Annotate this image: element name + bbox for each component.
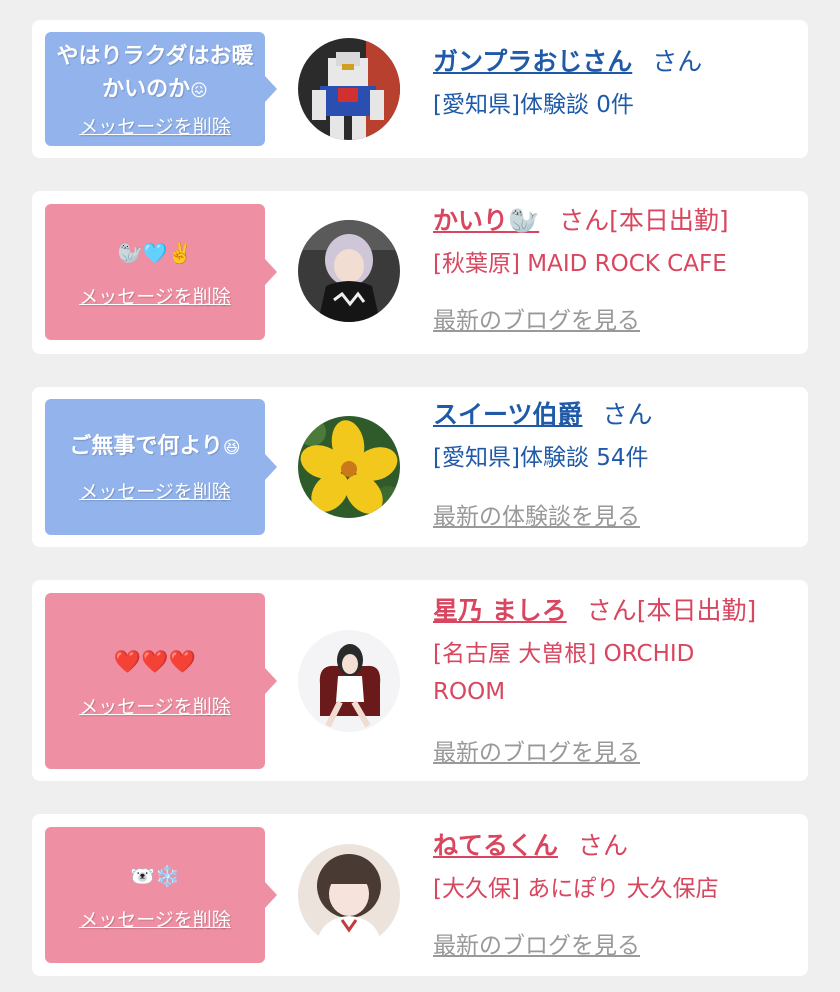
emoji: 😖 — [190, 80, 208, 101]
user-info: かいり🦭 さん[本日出勤] [秋葉原] MAID ROCK CAFE 最新のブログ… — [433, 203, 798, 334]
user-info: ねてるくん さん [大久保] あにぽり 大久保店 最新のブログを見る — [433, 828, 798, 959]
delete-message-link[interactable]: メッセージを削除 — [79, 692, 231, 719]
message-text: 🐻‍❄️❄️ — [120, 859, 190, 893]
latest-review-link[interactable]: 最新の体験談を見る — [433, 497, 640, 531]
message-card: ご無事で何より😆 メッセージを削除 スイーツ伯爵 さん [愛知県]体験談 54件… — [32, 387, 808, 547]
latest-blog-link[interactable]: 最新のブログを見る — [433, 733, 640, 767]
honorific: さん — [602, 400, 653, 429]
message-card: ❤️❤️❤️ メッセージを削除 星乃 ましろ さん[本日出勤] [名古屋 大曽根]… — [32, 580, 808, 781]
delete-message-link[interactable]: メッセージを削除 — [79, 282, 231, 309]
emoji: 🦭🩵✌️ — [117, 240, 193, 265]
honorific: さん — [578, 831, 629, 860]
honorific: さん — [652, 47, 703, 76]
user-info: ガンプラおじさん さん [愛知県]体験談 0件 — [433, 44, 798, 124]
user-info: 星乃 ましろ さん[本日出勤] [名古屋 大曽根] ORCHID ROOM 最新の… — [433, 593, 798, 766]
delete-message-link[interactable]: メッセージを削除 — [79, 477, 231, 504]
user-subtitle: [秋葉原] MAID ROCK CAFE — [433, 251, 727, 277]
user-name-link[interactable]: ガンプラおじさん — [433, 47, 632, 76]
work-status: [本日出勤] — [636, 596, 757, 625]
message-text: ❤️❤️❤️ — [104, 644, 206, 680]
message-list: やはりラクダはお暖かいのか😖 メッセージを削除 ガンプラおじさん さん [愛知県… — [0, 0, 840, 992]
user-subtitle: [名古屋 大曽根] ORCHID ROOM — [433, 641, 695, 705]
avatar[interactable] — [298, 38, 400, 140]
message-card: やはりラクダはお暖かいのか😖 メッセージを削除 ガンプラおじさん さん [愛知県… — [32, 20, 808, 158]
avatar[interactable] — [298, 220, 400, 322]
latest-blog-link[interactable]: 最新のブログを見る — [433, 301, 640, 335]
message-text: やはりラクダはお暖かいのか😖 — [56, 43, 254, 102]
user-subtitle: [愛知県]体験談 0件 — [433, 92, 634, 118]
message-bubble: 🐻‍❄️❄️ メッセージを削除 — [45, 827, 277, 963]
emoji: ❤️❤️❤️ — [113, 649, 197, 675]
emoji: 😆 — [222, 438, 241, 458]
user-name-link[interactable]: かいり🦭 — [433, 206, 539, 235]
avatar[interactable] — [298, 844, 400, 946]
message-bubble: ❤️❤️❤️ メッセージを削除 — [45, 593, 277, 769]
work-status: [本日出勤] — [609, 206, 729, 235]
avatar[interactable] — [298, 630, 400, 732]
user-subtitle: [大久保] あにぽり 大久保店 — [433, 876, 719, 902]
user-name-link[interactable]: 星乃 ましろ — [433, 596, 567, 625]
message-text: 🦭🩵✌️ — [108, 236, 203, 270]
message-bubble: やはりラクダはお暖かいのか😖 メッセージを削除 — [45, 32, 277, 146]
message-card: 🐻‍❄️❄️ メッセージを削除 ねてるくん さん [大久保] あにぽり 大久保店 … — [32, 814, 808, 976]
user-info: スイーツ伯爵 さん [愛知県]体験談 54件 最新の体験談を見る — [433, 397, 798, 530]
user-subtitle: [愛知県]体験談 54件 — [433, 445, 649, 471]
avatar[interactable] — [298, 416, 400, 518]
honorific: さん — [586, 596, 637, 625]
message-bubble: ご無事で何より😆 メッセージを削除 — [45, 399, 277, 535]
message-card: 🦭🩵✌️ メッセージを削除 かいり🦭 さん[本日出勤] [秋葉原] MAID RO… — [32, 191, 808, 354]
latest-blog-link[interactable]: 最新のブログを見る — [433, 926, 640, 960]
message-text: ご無事で何より😆 — [69, 434, 241, 459]
message-bubble: 🦭🩵✌️ メッセージを削除 — [45, 204, 277, 340]
user-name-link[interactable]: ねてるくん — [433, 831, 558, 860]
delete-message-link[interactable]: メッセージを削除 — [79, 112, 231, 139]
emoji: 🐻‍❄️❄️ — [130, 863, 180, 888]
delete-message-link[interactable]: メッセージを削除 — [79, 905, 231, 932]
honorific: さん — [559, 206, 610, 235]
user-name-link[interactable]: スイーツ伯爵 — [433, 400, 583, 429]
